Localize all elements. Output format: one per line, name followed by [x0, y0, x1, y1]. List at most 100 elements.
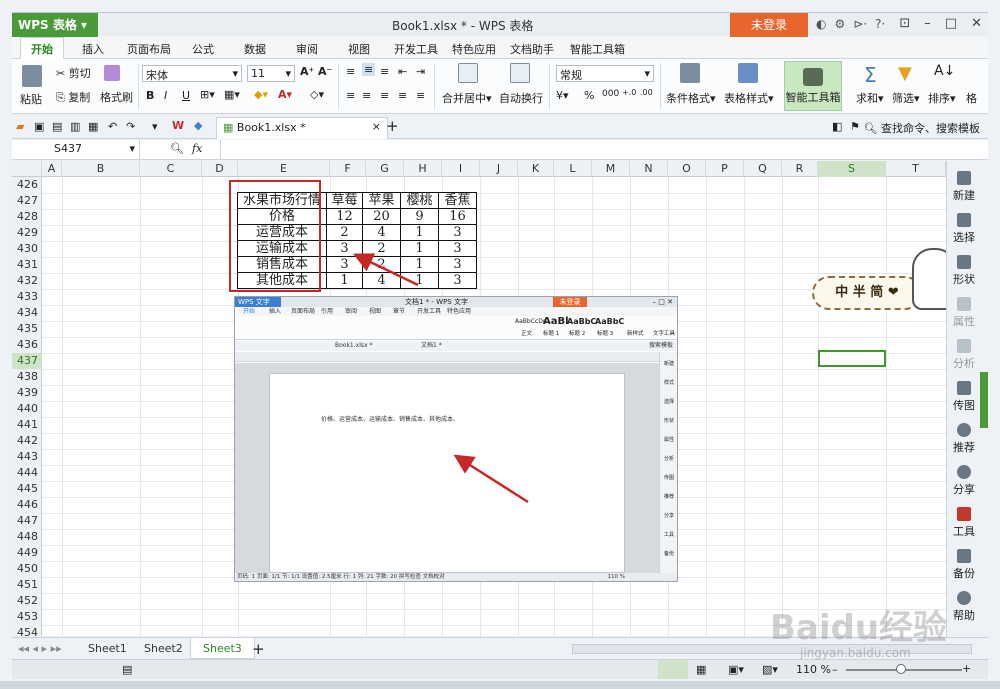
fx-button[interactable]: fx	[192, 142, 202, 155]
format-painter-button[interactable]: 格式刷	[100, 89, 133, 105]
col-J[interactable]: J	[480, 161, 518, 177]
align-right-icon[interactable]: ≡	[380, 89, 389, 102]
row-header[interactable]: 449	[12, 545, 42, 561]
col-K[interactable]: K	[518, 161, 554, 177]
close-icon[interactable]: ✕	[971, 16, 982, 31]
tab-developer[interactable]: 开发工具	[394, 41, 438, 57]
tab-review[interactable]: 审阅	[296, 41, 318, 57]
tab-special[interactable]: 特色应用	[452, 41, 496, 57]
filter-icon[interactable]: ▼	[898, 63, 912, 84]
row-header[interactable]: 437	[12, 353, 42, 369]
minimize-icon[interactable]: –	[924, 16, 931, 31]
sum-icon[interactable]: Σ	[864, 63, 877, 87]
sheet-nav-arrows[interactable]: ◂◂ ◂ ▸ ▸▸	[18, 642, 62, 655]
select-all-corner[interactable]	[12, 161, 42, 177]
wrap-text-icon[interactable]	[510, 63, 530, 83]
redo-icon[interactable]: ↷	[126, 120, 135, 133]
sheet-tab-1[interactable]: Sheet1	[76, 638, 139, 659]
open-folder-icon[interactable]: ▰	[16, 120, 24, 133]
cloud-icon[interactable]: ◆	[194, 119, 202, 132]
row-header[interactable]: 427	[12, 193, 42, 209]
smart-toolbox-button[interactable]: 智能工具箱	[784, 61, 842, 111]
zoom-formula-icon[interactable]: 🔍︎	[170, 142, 184, 155]
shrink-font-button[interactable]: A⁻	[318, 65, 332, 78]
row-header[interactable]: 426	[12, 177, 42, 193]
grow-font-button[interactable]: A⁺	[300, 65, 314, 78]
row-header[interactable]: 429	[12, 225, 42, 241]
align-middle-icon[interactable]: ≡	[362, 63, 376, 76]
zoom-out-button[interactable]: –	[832, 663, 838, 676]
row-header[interactable]: 454	[12, 625, 42, 636]
tab-smart-toolbox[interactable]: 智能工具箱	[570, 41, 625, 57]
col-T[interactable]: T	[886, 161, 946, 177]
col-M[interactable]: M	[592, 161, 630, 177]
login-button[interactable]: 未登录	[730, 13, 808, 37]
panel-help[interactable]: 帮助	[947, 591, 981, 623]
settings-icon[interactable]: ⚙	[834, 17, 845, 31]
col-R[interactable]: R	[782, 161, 818, 177]
currency-icon[interactable]: ¥▾	[556, 89, 569, 102]
active-cell-S437[interactable]	[818, 350, 886, 367]
panel-tools[interactable]: 工具	[947, 507, 981, 539]
underline-button[interactable]: U	[182, 89, 190, 102]
row-header[interactable]: 453	[12, 609, 42, 625]
row-header[interactable]: 447	[12, 513, 42, 529]
col-A[interactable]: A	[42, 161, 62, 177]
panel-share[interactable]: 分享	[947, 465, 981, 497]
row-header[interactable]: 446	[12, 497, 42, 513]
border-icon[interactable]: ⊞▾	[200, 88, 215, 101]
copy-button[interactable]: ⎘ 复制	[56, 89, 90, 105]
clear-format-icon[interactable]: ◇▾	[310, 88, 324, 101]
sum-button[interactable]: 求和▾	[856, 90, 884, 106]
fill-color-icon[interactable]: ◆▾	[254, 88, 268, 101]
col-L[interactable]: L	[554, 161, 592, 177]
justify-icon[interactable]: ≡	[398, 89, 407, 102]
tab-insert[interactable]: 插入	[82, 41, 104, 57]
format-button[interactable]: 格	[966, 90, 977, 106]
row-header[interactable]: 432	[12, 273, 42, 289]
paste-icon[interactable]	[22, 65, 42, 87]
help-button[interactable]: ?·	[875, 17, 885, 31]
row-header[interactable]: 443	[12, 449, 42, 465]
sort-icon[interactable]: A↓	[934, 63, 955, 79]
col-S[interactable]: S	[818, 161, 886, 177]
tab-formulas[interactable]: 公式	[192, 41, 214, 57]
col-E[interactable]: E	[238, 161, 330, 177]
col-D[interactable]: D	[202, 161, 238, 177]
sort-button[interactable]: 排序▾	[928, 90, 956, 106]
distributed-icon[interactable]: ≡	[416, 89, 425, 102]
macro-icon[interactable]: ▤	[122, 663, 132, 676]
col-O[interactable]: O	[668, 161, 706, 177]
col-C[interactable]: C	[140, 161, 202, 177]
merge-center-button[interactable]: 合并居中▾	[442, 90, 492, 106]
merge-center-icon[interactable]	[458, 63, 478, 83]
tab-data[interactable]: 数据	[244, 41, 266, 57]
align-top-icon[interactable]: ≡	[346, 65, 355, 78]
row-header[interactable]: 438	[12, 369, 42, 385]
row-header[interactable]: 440	[12, 401, 42, 417]
col-I[interactable]: I	[442, 161, 480, 177]
col-H[interactable]: H	[404, 161, 442, 177]
feedback-icon[interactable]: ◧	[832, 120, 842, 133]
row-header[interactable]: 431	[12, 257, 42, 273]
row-header[interactable]: 444	[12, 465, 42, 481]
undo-icon[interactable]: ↶	[108, 120, 117, 133]
cell-style-icon[interactable]: ▦▾	[224, 88, 240, 101]
col-F[interactable]: F	[330, 161, 366, 177]
bold-button[interactable]: B	[146, 89, 154, 102]
maximize-icon[interactable]: □	[945, 16, 957, 31]
align-left-icon[interactable]: ≡	[346, 89, 355, 102]
row-header[interactable]: 430	[12, 241, 42, 257]
filter-button[interactable]: 筛选▾	[892, 90, 920, 106]
row-header[interactable]: 441	[12, 417, 42, 433]
number-format-select[interactable]: 常规 ▾	[556, 65, 654, 82]
panel-select[interactable]: 选择	[947, 213, 981, 245]
decrease-decimal-icon[interactable]: .00	[640, 88, 653, 97]
row-header[interactable]: 450	[12, 561, 42, 577]
document-tab[interactable]: ▦ Book1.xlsx * ×	[216, 117, 388, 139]
col-B[interactable]: B	[62, 161, 140, 177]
zoom-in-button[interactable]: +	[962, 662, 971, 675]
col-P[interactable]: P	[706, 161, 744, 177]
indent-decrease-icon[interactable]: ⇤	[398, 65, 407, 78]
row-header[interactable]: 439	[12, 385, 42, 401]
